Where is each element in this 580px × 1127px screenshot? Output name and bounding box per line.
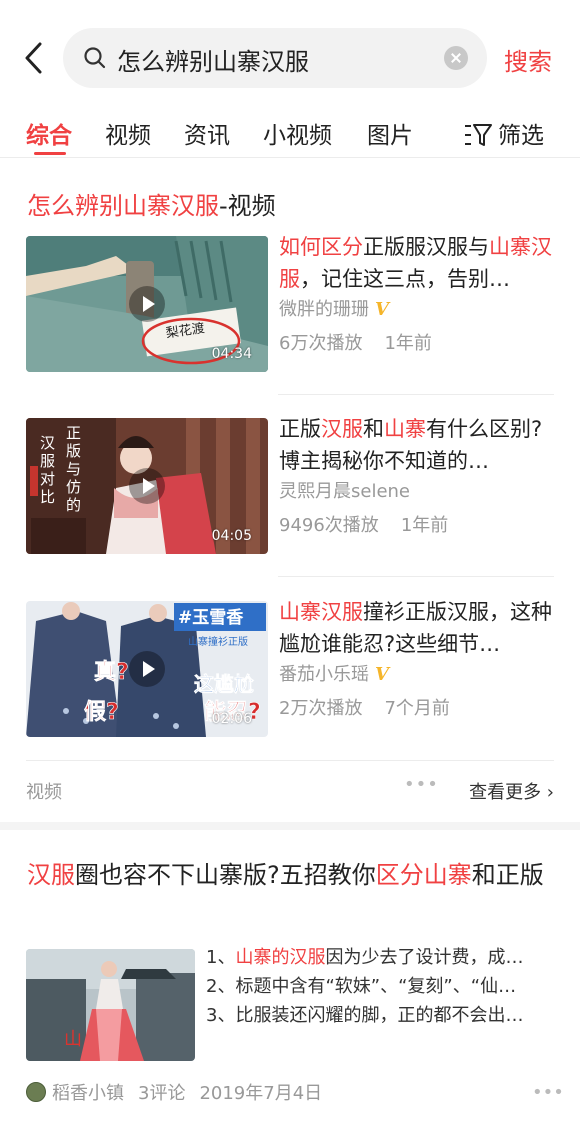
- video-thumbnail[interactable]: 梨花渡 04:34: [26, 236, 268, 372]
- video-thumbnail[interactable]: 汉服对比 正版与仿的 04:05: [26, 418, 268, 554]
- clear-icon[interactable]: [444, 46, 468, 70]
- filter-icon: [464, 122, 492, 148]
- tab-short-video[interactable]: 小视频: [263, 116, 332, 150]
- video-author[interactable]: 灵熙月晨selene: [279, 477, 410, 503]
- search-button[interactable]: 搜索: [504, 42, 552, 77]
- video-item[interactable]: 汉服对比 正版与仿的 04:05 正版汉服和山寨有什么区别?博主揭秘你不知道的……: [26, 417, 554, 554]
- verified-badge-icon: V: [375, 299, 389, 320]
- more-options-icon[interactable]: •••: [532, 1082, 564, 1103]
- active-tab-indicator: [34, 152, 66, 155]
- divider: [278, 576, 554, 577]
- video-meta: 9496次播放 1年前: [279, 515, 449, 536]
- thumb-vertical-text: 汉服对比: [40, 434, 55, 506]
- article-comments: 3评论: [138, 1083, 186, 1104]
- verified-badge-icon: V: [375, 664, 389, 685]
- thumb-tag-text: #玉雪香: [178, 608, 243, 628]
- thumb-text: 真?: [94, 659, 129, 685]
- search-header: 怎么辨别山寨汉服 搜索: [0, 0, 580, 116]
- section-gap: [0, 822, 580, 830]
- filter-button[interactable]: 筛选: [464, 116, 544, 150]
- thumb-text: 这尴尬: [194, 672, 254, 696]
- thumb-text: 假?: [84, 700, 119, 725]
- thumb-vertical-text: 正版与仿的: [66, 424, 81, 514]
- more-options-icon[interactable]: •••: [404, 774, 439, 795]
- tab-images[interactable]: 图片: [367, 116, 413, 150]
- filter-label: 筛选: [498, 123, 544, 149]
- article-thumbnail[interactable]: 山: [26, 949, 195, 1061]
- video-title[interactable]: 正版汉服和山寨有什么区别?博主揭秘你不知道的…: [279, 413, 554, 477]
- video-results-section: 怎么辨别山寨汉服-视频 梨花渡 04:34 如何区分正版服汉服与山寨汉服，记住这…: [0, 158, 580, 822]
- divider: [26, 760, 554, 761]
- video-author[interactable]: 番茄小乐瑶 V: [279, 660, 389, 686]
- svg-text:山: 山: [64, 1029, 82, 1050]
- tab-all[interactable]: 综合: [26, 116, 72, 150]
- view-more-link[interactable]: 查看更多 ›: [469, 778, 554, 804]
- article-author[interactable]: 稻香小镇: [52, 1079, 124, 1105]
- article-title[interactable]: 汉服圈也容不下山寨版?五招教你区分山寨和正版: [27, 855, 557, 895]
- play-icon[interactable]: [129, 286, 165, 322]
- video-section-footer: 视频 ••• 查看更多 ›: [26, 774, 554, 806]
- divider: [278, 394, 554, 395]
- section-source-label: 视频: [26, 782, 62, 803]
- video-meta: 6万次播放 1年前: [279, 333, 432, 354]
- video-duration: 04:05: [211, 528, 252, 544]
- search-input[interactable]: 怎么辨别山寨汉服: [63, 28, 487, 88]
- article-meta: 稻香小镇 3评论 2019年7月4日: [26, 1079, 322, 1105]
- video-item[interactable]: 梨花渡 04:34 如何区分正版服汉服与山寨汉服，记住这三点，告别… 微胖的珊珊…: [26, 235, 554, 372]
- excerpt-line: 2、标题中含有“软妹”、“复刻”、“仙…: [206, 976, 517, 997]
- chevron-right-icon: ›: [541, 782, 554, 803]
- video-item[interactable]: #玉雪香 山寨撞衫正版 真? 假? 这尴尬 能忍? 02:06 山寨汉服撞衫正版…: [26, 600, 554, 737]
- play-icon[interactable]: [129, 468, 165, 504]
- video-title[interactable]: 山寨汉服撞衫正版汉服，这种尴尬谁能忍?这些细节…: [279, 596, 554, 660]
- article-date: 2019年7月4日: [199, 1083, 323, 1104]
- tab-news[interactable]: 资讯: [184, 116, 230, 150]
- tab-video[interactable]: 视频: [105, 116, 151, 150]
- video-thumbnail[interactable]: #玉雪香 山寨撞衫正版 真? 假? 这尴尬 能忍? 02:06: [26, 601, 268, 737]
- avatar[interactable]: [26, 1082, 46, 1102]
- video-duration: 02:06: [211, 711, 252, 727]
- back-icon[interactable]: [20, 38, 50, 78]
- article-result[interactable]: 汉服圈也容不下山寨版?五招教你区分山寨和正版 山 1、山寨的汉服因为少去了设计费…: [0, 830, 580, 1127]
- section-title[interactable]: 怎么辨别山寨汉服-视频: [27, 186, 276, 221]
- excerpt-line: 1、山寨的汉服因为少去了设计费，成…: [206, 947, 524, 968]
- video-meta: 2万次播放 7个月前: [279, 698, 450, 719]
- article-excerpt[interactable]: 1、山寨的汉服因为少去了设计费，成… 2、标题中含有“软妹”、“复刻”、“仙… …: [206, 943, 556, 1030]
- play-icon[interactable]: [129, 651, 165, 687]
- video-duration: 04:34: [211, 346, 252, 362]
- search-icon: [83, 46, 107, 70]
- video-title[interactable]: 如何区分正版服汉服与山寨汉服，记住这三点，告别…: [279, 231, 554, 295]
- excerpt-line: 3、比服装还闪耀的脚，正的都不会出…: [206, 1005, 524, 1026]
- search-query[interactable]: 怎么辨别山寨汉服: [117, 42, 309, 77]
- thumb-sub-text: 山寨撞衫正版: [188, 635, 248, 648]
- category-tabs: 综合 视频 资讯 小视频 图片 筛选: [0, 112, 580, 158]
- video-author[interactable]: 微胖的珊珊 V: [279, 295, 389, 321]
